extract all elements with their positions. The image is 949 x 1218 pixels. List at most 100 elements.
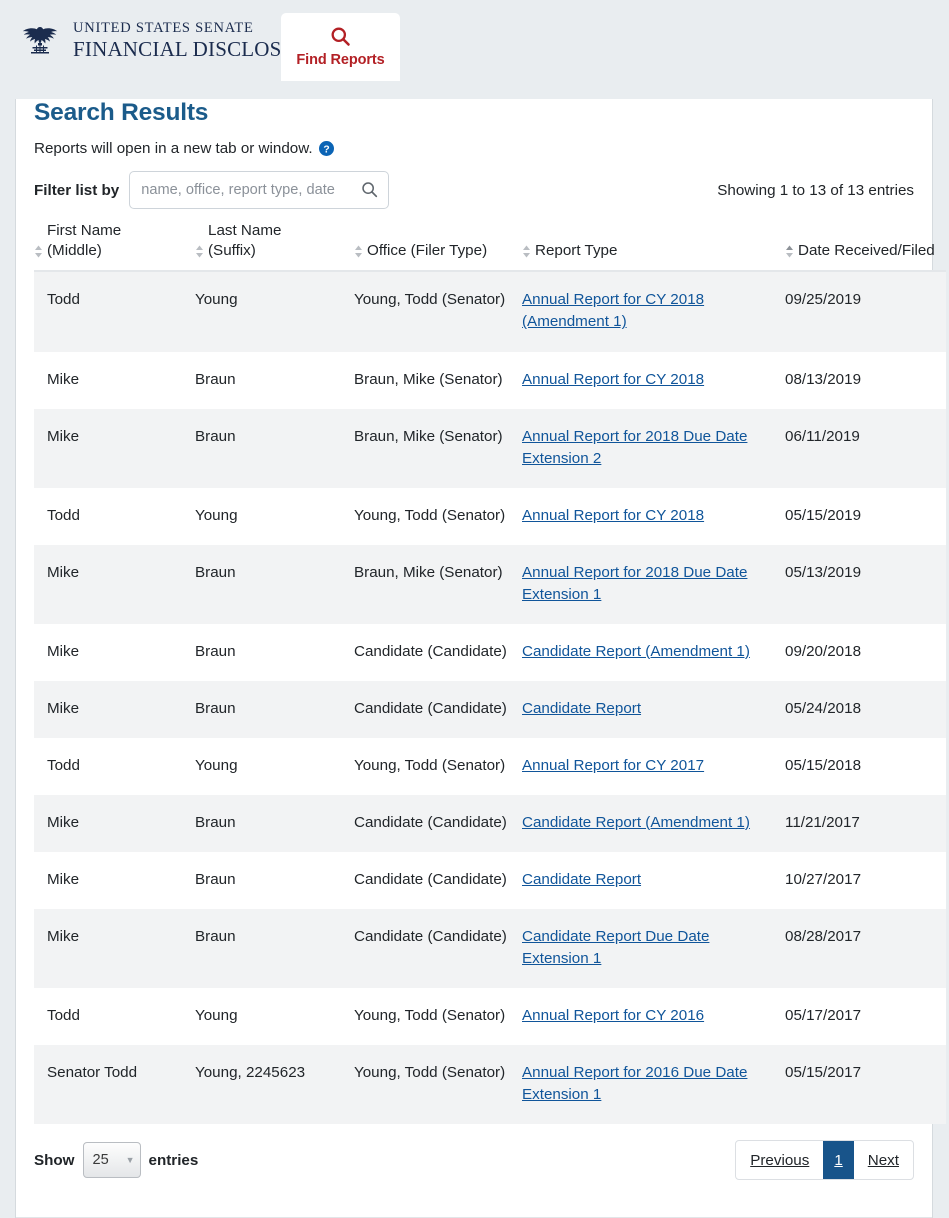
- report-link[interactable]: Candidate Report: [522, 700, 641, 717]
- report-link[interactable]: Candidate Report Due Date Extension 1: [522, 928, 709, 967]
- cell-first-name: Senator Todd: [34, 1044, 195, 1124]
- search-icon: [331, 27, 350, 46]
- cell-office: Young, Todd (Senator): [354, 271, 522, 352]
- report-link[interactable]: Annual Report for 2016 Due Date Extensio…: [522, 1064, 747, 1103]
- cell-last-name: Braun: [195, 680, 354, 738]
- cell-last-name: Braun: [195, 794, 354, 852]
- cell-date-received: 09/25/2019: [785, 271, 946, 352]
- cell-last-name: Braun: [195, 623, 354, 681]
- filter-label: Filter list by: [34, 181, 120, 199]
- table-row: Mike Braun Braun, Mike (Senator) Annual Rep…: [34, 408, 946, 488]
- cell-first-name: Mike: [34, 623, 195, 681]
- pagination-page-1[interactable]: 1: [823, 1141, 854, 1179]
- column-header-line2: (Suffix): [208, 242, 256, 260]
- table-row: Mike Braun Candidate (Candidate) Candidate …: [34, 908, 946, 988]
- cell-first-name: Mike: [34, 544, 195, 624]
- cell-office: Young, Todd (Senator): [354, 487, 522, 545]
- table-row: Mike Braun Candidate (Candidate) Candidate …: [34, 794, 946, 852]
- entries-info: Showing 1 to 13 of 13 entries: [717, 181, 914, 199]
- cell-first-name: Mike: [34, 794, 195, 852]
- cell-office: Young, Todd (Senator): [354, 1044, 522, 1124]
- table-row: Mike Braun Candidate (Candidate) Candidate …: [34, 851, 946, 909]
- cell-report-type: Candidate Report (Amendment 1): [522, 623, 785, 681]
- report-link[interactable]: Annual Report for CY 2018: [522, 507, 704, 524]
- column-header-report-type[interactable]: Report Type: [522, 221, 785, 273]
- pagination-previous[interactable]: Previous: [736, 1141, 823, 1179]
- page-length-control: Show 25 ▼ entries: [34, 1142, 198, 1178]
- column-header-last-name[interactable]: Last Name (Suffix): [195, 221, 354, 273]
- note-text: Reports will open in a new tab or window…: [34, 140, 313, 157]
- cell-last-name: Braun: [195, 851, 354, 909]
- tab-find-reports[interactable]: Find Reports: [281, 13, 400, 81]
- report-link[interactable]: Annual Report for CY 2018: [522, 371, 704, 388]
- cell-office: Braun, Mike (Senator): [354, 544, 522, 624]
- cell-last-name: Young: [195, 987, 354, 1045]
- cell-last-name: Young, 2245623: [195, 1044, 354, 1124]
- report-link[interactable]: Annual Report for 2018 Due Date Extensio…: [522, 564, 747, 603]
- cell-office: Braun, Mike (Senator): [354, 351, 522, 409]
- search-icon[interactable]: [361, 181, 378, 198]
- report-link[interactable]: Annual Report for CY 2016: [522, 1007, 704, 1024]
- cell-last-name: Braun: [195, 408, 354, 488]
- page-content: Search Results Reports will open in a ne…: [15, 99, 946, 1218]
- column-header-date-received[interactable]: Date Received/Filed: [785, 221, 946, 273]
- cell-first-name: Todd: [34, 271, 195, 352]
- cell-office: Young, Todd (Senator): [354, 737, 522, 795]
- sort-icon: [35, 245, 42, 258]
- cell-date-received: 05/15/2017: [785, 1044, 946, 1124]
- report-link[interactable]: Annual Report for CY 2018 (Amendment 1): [522, 291, 704, 330]
- filter-controls: Filter list by: [34, 171, 390, 209]
- cell-date-received: 08/13/2019: [785, 351, 946, 409]
- question-circle-icon[interactable]: ?: [318, 141, 334, 156]
- cell-report-type: Candidate Report: [522, 680, 785, 738]
- column-header-first-name[interactable]: First Name (Middle): [34, 221, 195, 273]
- cell-office: Candidate (Candidate): [354, 851, 522, 909]
- cell-first-name: Todd: [34, 987, 195, 1045]
- report-link[interactable]: Candidate Report (Amendment 1): [522, 814, 750, 831]
- sort-icon: [196, 245, 203, 258]
- search-input[interactable]: [130, 172, 389, 208]
- page-length-select[interactable]: 25 ▼: [82, 1142, 141, 1178]
- cell-office: Braun, Mike (Senator): [354, 408, 522, 488]
- sort-icon: [523, 245, 530, 258]
- table-row: Todd Young Young, Todd (Senator) Annual Rep…: [34, 487, 946, 545]
- table-row: Todd Young Young, Todd (Senator) Annual Rep…: [34, 271, 946, 352]
- report-link[interactable]: Annual Report for 2018 Due Date Extensio…: [522, 428, 747, 467]
- cell-report-type: Annual Report for 2016 Due Date Extensio…: [522, 1044, 785, 1124]
- cell-last-name: Braun: [195, 908, 354, 988]
- sort-icon: [786, 245, 793, 258]
- report-link[interactable]: Candidate Report: [522, 871, 641, 888]
- cell-first-name: Mike: [34, 680, 195, 738]
- show-label: Show: [34, 1151, 75, 1169]
- pagination: Previous 1 Next: [735, 1140, 914, 1180]
- cell-report-type: Candidate Report Due Date Extension 1: [522, 908, 785, 988]
- column-header-label: Date Received/Filed: [798, 242, 935, 260]
- table-row: Mike Braun Braun, Mike (Senator) Annual Rep…: [34, 544, 946, 624]
- cell-first-name: Mike: [34, 851, 195, 909]
- table-header-row: First Name (Middle) Last Name (Suffix) O…: [34, 221, 946, 273]
- cell-report-type: Annual Report for CY 2018: [522, 351, 785, 409]
- cell-last-name: Braun: [195, 351, 354, 409]
- cell-date-received: 05/13/2019: [785, 544, 946, 624]
- tab-find-reports-label: Find Reports: [296, 52, 385, 68]
- cell-date-received: 06/11/2019: [785, 408, 946, 488]
- cell-report-type: Candidate Report (Amendment 1): [522, 794, 785, 852]
- table-row: Todd Young Young, Todd (Senator) Annual Rep…: [34, 737, 946, 795]
- cell-report-type: Annual Report for CY 2017: [522, 737, 785, 795]
- column-header-line1: Last Name: [208, 222, 282, 239]
- cell-last-name: Young: [195, 487, 354, 545]
- cell-report-type: Annual Report for 2018 Due Date Extensio…: [522, 408, 785, 488]
- cell-first-name: Mike: [34, 408, 195, 488]
- column-header-label: Office (Filer Type): [367, 242, 488, 260]
- column-header-office[interactable]: Office (Filer Type): [354, 221, 522, 273]
- report-link[interactable]: Annual Report for CY 2017: [522, 757, 704, 774]
- cell-date-received: 11/21/2017: [785, 794, 946, 852]
- cell-date-received: 08/28/2017: [785, 908, 946, 988]
- filter-search-box[interactable]: [129, 171, 390, 209]
- pagination-next[interactable]: Next: [854, 1141, 913, 1179]
- cell-date-received: 09/20/2018: [785, 623, 946, 681]
- report-link[interactable]: Candidate Report (Amendment 1): [522, 643, 750, 660]
- cell-last-name: Young: [195, 737, 354, 795]
- sort-icon: [355, 245, 362, 258]
- site-masthead: UNITED STATES SENATE FINANCIAL DISCLOSUR…: [0, 0, 949, 81]
